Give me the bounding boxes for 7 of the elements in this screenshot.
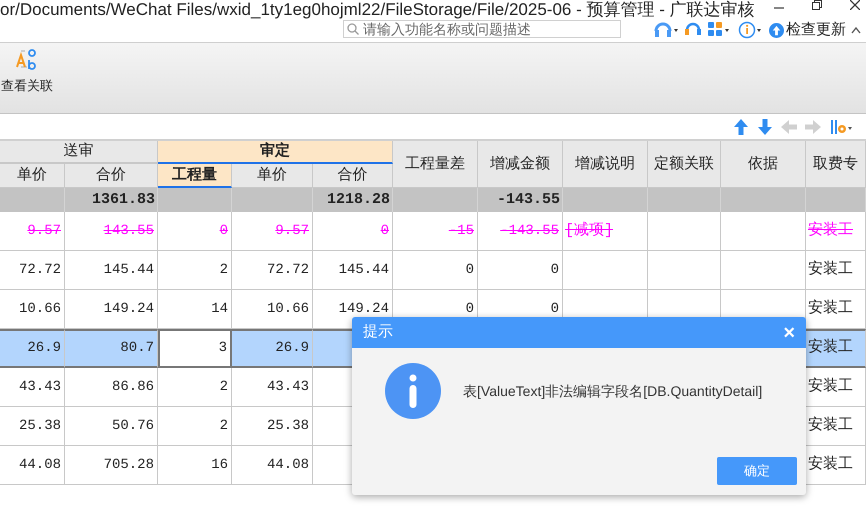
total-cell: -143.55 [478,188,563,212]
total-cell: 1361.83 [65,188,158,212]
total-cell: 1218.28 [313,188,393,212]
window-title: or/Documents/WeChat Files/wxid_1ty1eg0hojml22/FileStorage/File/2025-06 - 预算管理 - 广联达审核 [0,0,755,21]
group-header: 送审 [0,141,158,164]
dialog-message: 表[ValueText]非法编辑字段名[DB.QuantityDetail] [463,382,762,401]
group-header: 审定 [158,141,393,164]
